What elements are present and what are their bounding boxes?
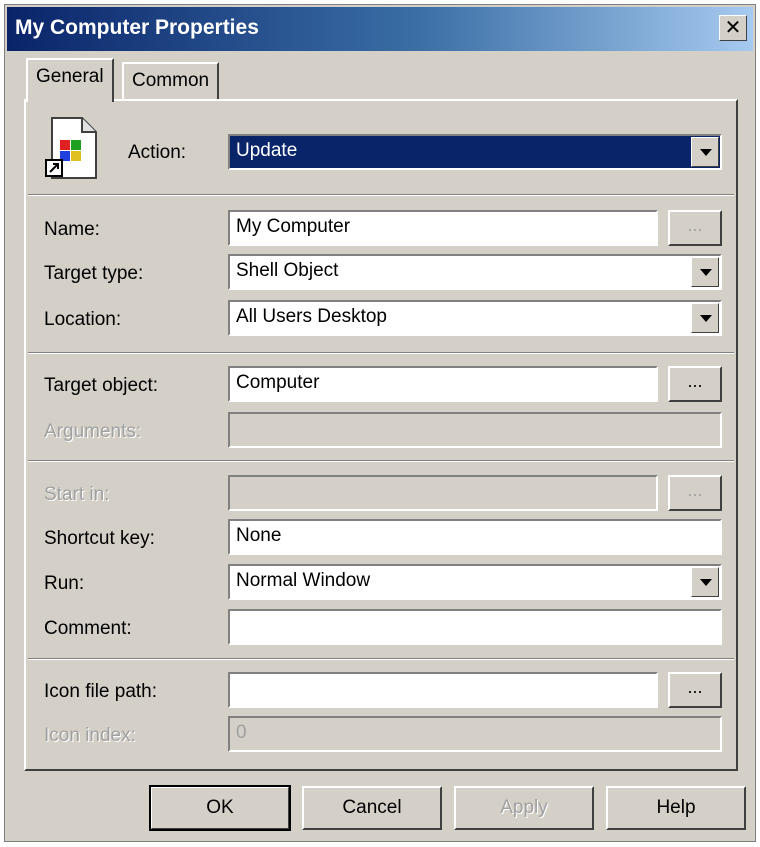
ok-button[interactable]: OK [149,785,291,831]
tab-general[interactable]: General [26,58,114,102]
help-button[interactable]: Help [606,786,746,830]
tab-common[interactable]: Common [122,62,220,100]
apply-button: Apply [454,786,594,830]
general-tab-panel [24,99,738,771]
title-bar[interactable]: My Computer Properties ✕ [7,7,753,51]
tab-common-label: Common [132,70,210,91]
window-title: My Computer Properties [15,16,259,39]
close-button[interactable]: ✕ [719,15,747,41]
close-icon: ✕ [724,15,742,39]
tab-general-label: General [36,66,104,87]
cancel-button[interactable]: Cancel [302,786,442,830]
